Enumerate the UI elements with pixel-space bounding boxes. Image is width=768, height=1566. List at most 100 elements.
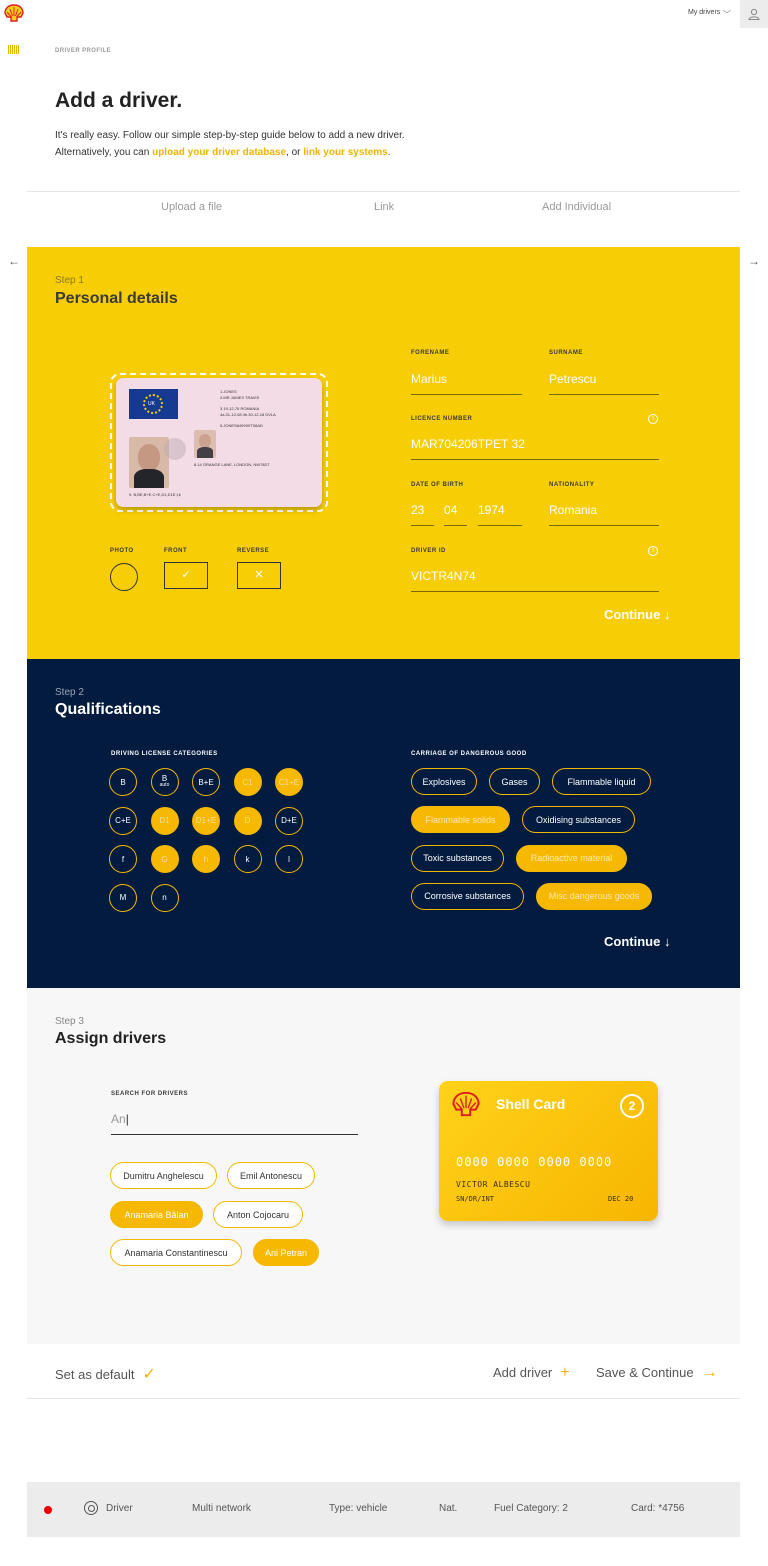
info-icon[interactable]: i bbox=[648, 414, 658, 424]
category-k[interactable]: k bbox=[233, 845, 262, 873]
dangerous-good-gases[interactable]: Gases bbox=[489, 768, 540, 795]
dangerous-good-misc-dangerous-goods[interactable]: Misc dangerous goods bbox=[536, 882, 652, 910]
licence-hologram bbox=[164, 438, 186, 460]
dob-label: DATE OF BIRTH bbox=[411, 482, 464, 488]
shell-card[interactable]: Shell Card 2 0000 0000 0000 0000 VICTOR … bbox=[439, 1081, 658, 1221]
summary-fuel: Fuel Category: 2 bbox=[494, 1503, 568, 1514]
dangerous-good-corrosive-substances[interactable]: Corrosive substances bbox=[411, 882, 524, 910]
category-f[interactable]: f bbox=[109, 845, 137, 873]
summary-type: Type: vehicle bbox=[329, 1503, 388, 1514]
dob-month-field[interactable]: 04 bbox=[444, 503, 467, 526]
summary-card: Card: *4756 bbox=[631, 1503, 685, 1514]
category-c1[interactable]: C1 bbox=[233, 768, 262, 796]
dangerous-good-toxic-substances[interactable]: Toxic substances bbox=[411, 844, 504, 872]
divider bbox=[27, 1398, 740, 1399]
arrow-right-icon[interactable]: → bbox=[748, 254, 760, 268]
dangerous-good-explosives[interactable]: Explosives bbox=[411, 768, 477, 795]
dob-year-field[interactable]: 1974 bbox=[478, 503, 522, 526]
dob-day-field[interactable]: 23 bbox=[411, 503, 434, 526]
tab-upload-file[interactable]: Upload a file bbox=[161, 201, 222, 213]
categories-label: DRIVING LICENSE CATEGORIES bbox=[111, 751, 218, 757]
card-expiry: DEC 20 bbox=[608, 1195, 634, 1203]
driver-result-item[interactable]: Emil Antonescu bbox=[227, 1162, 315, 1189]
driver-result-item[interactable]: Anamaria Constantinescu bbox=[110, 1239, 242, 1266]
step2-label: Step 2 bbox=[55, 687, 84, 698]
link-systems-link[interactable]: link your systems bbox=[303, 147, 387, 158]
my-drivers-menu[interactable]: My drivers bbox=[688, 9, 720, 16]
driver-result-item[interactable]: Dumitru Anghelescu bbox=[110, 1162, 217, 1189]
dangerous-good-radioactive-material[interactable]: Radioactive material bbox=[516, 844, 627, 872]
dangerous-good-oxidising-substances[interactable]: Oxidising substances bbox=[522, 806, 635, 834]
category-n[interactable]: n bbox=[150, 883, 179, 912]
category-d1[interactable]: D1 bbox=[150, 806, 179, 835]
set-default-button[interactable]: Set as default ✓ bbox=[55, 1364, 156, 1384]
category-c1-plus-e[interactable]: C1+E bbox=[275, 768, 303, 796]
divider bbox=[27, 191, 740, 192]
step2-continue-button[interactable]: Continue ↓ bbox=[604, 934, 670, 949]
card-count-badge: 2 bbox=[620, 1094, 644, 1118]
dangerous-good-flammable-solids[interactable]: Flammable solids bbox=[411, 806, 510, 834]
step3-label: Step 3 bbox=[55, 1016, 84, 1027]
summary-network: Multi network bbox=[192, 1503, 251, 1514]
driver-result-item[interactable]: Anamaria Bălan bbox=[110, 1201, 203, 1228]
menu-icon[interactable] bbox=[8, 45, 20, 54]
category-b-plus-e[interactable]: B+E bbox=[192, 768, 220, 796]
eu-flag-icon: UK bbox=[129, 389, 178, 419]
card-title: Shell Card bbox=[496, 1096, 566, 1112]
arrow-down-icon: ↓ bbox=[663, 934, 671, 949]
dangerous-goods-label: CARRIAGE OF DANGEROUS GOOD bbox=[411, 751, 527, 757]
reverse-upload-button[interactable]: ✕ bbox=[237, 562, 281, 589]
upload-database-link[interactable]: upload your driver database bbox=[152, 147, 286, 158]
driver-result-item[interactable]: Ani Petran bbox=[253, 1239, 319, 1266]
card-holder: VICTOR ALBESCU bbox=[456, 1180, 531, 1189]
shell-logo-icon bbox=[452, 1091, 480, 1117]
step2-title: Qualifications bbox=[55, 701, 161, 718]
surname-label: SURNAME bbox=[549, 350, 583, 356]
category-m[interactable]: M bbox=[109, 883, 137, 912]
add-driver-button[interactable]: Add driver + bbox=[493, 1364, 570, 1382]
category-l[interactable]: l bbox=[275, 845, 303, 873]
step1-continue-button[interactable]: Continue ↓ bbox=[604, 607, 670, 622]
forename-field[interactable]: Marius bbox=[411, 372, 522, 395]
arrow-left-icon[interactable]: ← bbox=[8, 254, 20, 268]
category-d-plus-e[interactable]: D+E bbox=[275, 806, 303, 835]
search-drivers-input[interactable]: An| bbox=[111, 1112, 358, 1135]
licence-card-image: UK 1.JONES 2.MR JAMES TRAVIS 3.19-12-76 … bbox=[116, 378, 322, 507]
card-number: 0000 0000 0000 0000 bbox=[456, 1155, 613, 1169]
breadcrumb: DRIVER PROFILE bbox=[55, 48, 111, 54]
tab-add-individual[interactable]: Add Individual bbox=[542, 201, 611, 213]
licence-number-field[interactable]: MAR704206TPET 32 bbox=[411, 437, 659, 460]
driver-id-label: DRIVER ID bbox=[411, 548, 446, 554]
dangerous-good-flammable-liquid[interactable]: Flammable liquid bbox=[552, 768, 651, 795]
chevron-down-icon[interactable]: ﹀ bbox=[723, 9, 731, 20]
user-icon bbox=[748, 8, 760, 20]
card-code: SN/DR/INT bbox=[456, 1195, 494, 1203]
category-b[interactable]: Bauto bbox=[150, 768, 179, 796]
shell-logo[interactable] bbox=[4, 4, 24, 22]
front-upload-button[interactable]: ✓ bbox=[164, 562, 208, 589]
category-d1-plus-e[interactable]: D1+E bbox=[192, 806, 220, 835]
step3-title: Assign drivers bbox=[55, 1030, 167, 1047]
category-h[interactable]: h bbox=[192, 845, 220, 873]
user-account-button[interactable] bbox=[740, 0, 768, 28]
driver-result-item[interactable]: Anton Cojocaru bbox=[213, 1201, 303, 1228]
tab-link[interactable]: Link bbox=[374, 201, 394, 213]
licence-address: 8.14 GRANGE LANE, LONDON, NW78DT bbox=[194, 462, 270, 467]
arrow-down-icon: ↓ bbox=[663, 607, 671, 622]
nationality-field[interactable]: Romania bbox=[549, 503, 659, 526]
category-c-plus-e[interactable]: C+E bbox=[109, 806, 137, 835]
licence-number-label: LICENCE NUMBER bbox=[411, 416, 473, 422]
category-b[interactable]: B bbox=[109, 768, 137, 796]
category-d[interactable]: D bbox=[233, 806, 262, 835]
category-g[interactable]: G bbox=[150, 845, 179, 873]
save-continue-button[interactable]: Save & Continue → bbox=[596, 1364, 718, 1382]
forename-label: FORENAME bbox=[411, 350, 450, 356]
licence-ghost-photo bbox=[194, 430, 216, 458]
surname-field[interactable]: Petrescu bbox=[549, 372, 659, 395]
step1-title: Personal details bbox=[55, 290, 178, 307]
licence-text-top: 1.JONES 2.MR JAMES TRAVIS 3.19-12-76 ROM… bbox=[220, 389, 276, 428]
driver-id-field[interactable]: VICTR4N74 bbox=[411, 569, 659, 592]
photo-upload-button[interactable] bbox=[110, 563, 138, 591]
info-icon[interactable]: i bbox=[648, 546, 658, 556]
reverse-label: REVERSE bbox=[237, 548, 270, 554]
